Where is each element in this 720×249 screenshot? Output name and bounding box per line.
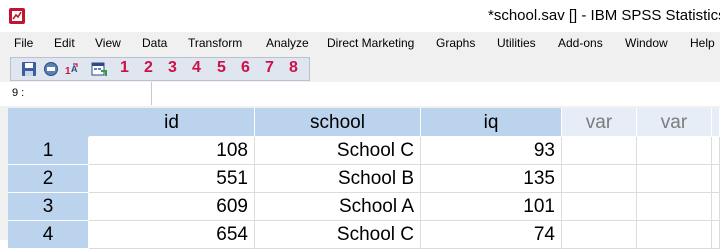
column-header-iq[interactable]: iq bbox=[421, 108, 562, 137]
cell-iq[interactable]: 93 bbox=[421, 137, 562, 165]
cell-empty[interactable] bbox=[712, 193, 720, 221]
menu-utilities[interactable]: Utilities bbox=[497, 36, 536, 50]
cell-empty[interactable] bbox=[637, 137, 712, 165]
row-header[interactable]: 3 bbox=[8, 193, 89, 221]
menu-addons[interactable]: Add-ons bbox=[558, 36, 603, 50]
menu-direct-marketing[interactable]: Direct Marketing bbox=[327, 36, 414, 50]
title-bar: *school.sav [] - IBM SPSS Statistics D bbox=[0, 0, 720, 32]
cell-school[interactable]: School B bbox=[255, 165, 421, 193]
column-header-id[interactable]: id bbox=[89, 108, 255, 137]
cell-id[interactable]: 609 bbox=[89, 193, 255, 221]
cell-iq[interactable]: 101 bbox=[421, 193, 562, 221]
column-header-school[interactable]: school bbox=[255, 108, 421, 137]
script-5-button[interactable]: 5 bbox=[217, 59, 226, 77]
row-header[interactable]: 4 bbox=[8, 221, 89, 249]
cell-empty[interactable] bbox=[712, 137, 720, 165]
script-1-button[interactable]: 1 bbox=[120, 59, 129, 77]
menu-bar: File Edit View Data Transform Analyze Di… bbox=[0, 32, 720, 54]
cell-school[interactable]: School C bbox=[255, 221, 421, 249]
cell-empty[interactable] bbox=[562, 193, 637, 221]
menu-edit[interactable]: Edit bbox=[54, 36, 75, 50]
spss-app-icon bbox=[9, 8, 25, 24]
script-4-button[interactable]: 4 bbox=[192, 59, 201, 77]
cell-school[interactable]: School A bbox=[255, 193, 421, 221]
menu-view[interactable]: View bbox=[95, 36, 121, 50]
cell-iq[interactable]: 135 bbox=[421, 165, 562, 193]
cell-empty[interactable] bbox=[712, 165, 720, 193]
grid-corner[interactable] bbox=[8, 108, 90, 138]
menu-graphs[interactable]: Graphs bbox=[436, 36, 475, 50]
cell-value-input[interactable] bbox=[153, 82, 720, 105]
toolbar: 1 A 1 2 3 4 5 6 7 8 bbox=[0, 54, 720, 83]
script-3-button[interactable]: 3 bbox=[168, 59, 177, 77]
script-7-button[interactable]: 7 bbox=[265, 59, 274, 77]
script-6-button[interactable]: 6 bbox=[241, 59, 250, 77]
cell-empty[interactable] bbox=[562, 165, 637, 193]
row-header[interactable]: 2 bbox=[8, 165, 89, 193]
menu-transform[interactable]: Transform bbox=[188, 36, 242, 50]
cell-id[interactable]: 108 bbox=[89, 137, 255, 165]
cell-id[interactable]: 654 bbox=[89, 221, 255, 249]
cell-empty[interactable] bbox=[562, 221, 637, 249]
window-title: *school.sav [] - IBM SPSS Statistics D bbox=[488, 7, 720, 24]
save-icon[interactable] bbox=[21, 61, 37, 77]
recall-dialog-icon[interactable] bbox=[43, 61, 59, 77]
cell-reference: 9 : bbox=[6, 82, 152, 105]
cell-editor-bar: 9 : bbox=[0, 82, 720, 107]
cell-empty[interactable] bbox=[712, 221, 720, 249]
cell-empty[interactable] bbox=[637, 221, 712, 249]
menu-data[interactable]: Data bbox=[142, 36, 167, 50]
menu-help[interactable]: Help bbox=[690, 36, 715, 50]
run-script-icon[interactable] bbox=[91, 61, 107, 77]
cell-empty[interactable] bbox=[637, 165, 712, 193]
cell-empty[interactable] bbox=[562, 137, 637, 165]
cell-school[interactable]: School C bbox=[255, 137, 421, 165]
data-grid: id school iq var var 1 108 School C 93 2… bbox=[8, 108, 720, 249]
cell-empty[interactable] bbox=[637, 193, 712, 221]
column-header-var-2[interactable]: var bbox=[637, 108, 712, 137]
menu-analyze[interactable]: Analyze bbox=[266, 36, 309, 50]
cell-id[interactable]: 551 bbox=[89, 165, 255, 193]
menu-file[interactable]: File bbox=[14, 36, 33, 50]
column-header-var-1[interactable]: var bbox=[562, 108, 637, 137]
custom-toolbar: 1 A 1 2 3 4 5 6 7 8 bbox=[10, 57, 310, 81]
script-8-button[interactable]: 8 bbox=[289, 59, 298, 77]
value-labels-icon[interactable]: 1 A bbox=[65, 61, 81, 77]
menu-window[interactable]: Window bbox=[625, 36, 668, 50]
script-2-button[interactable]: 2 bbox=[144, 59, 153, 77]
row-header[interactable]: 1 bbox=[8, 137, 89, 165]
cell-iq[interactable]: 74 bbox=[421, 221, 562, 249]
column-header-overflow[interactable] bbox=[712, 108, 720, 137]
